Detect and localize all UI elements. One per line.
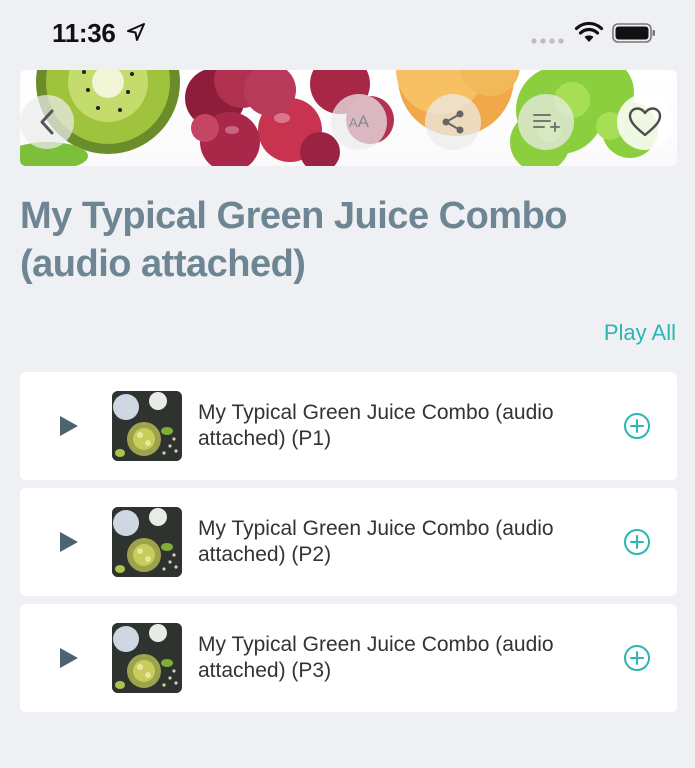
- plus-circle-icon[interactable]: [623, 644, 651, 672]
- track-title: My Typical Green Juice Combo (audio atta…: [198, 633, 554, 682]
- play-icon[interactable]: [58, 414, 80, 438]
- track-row-1[interactable]: My Typical Green Juice Combo (audio atta…: [20, 372, 677, 480]
- share-button[interactable]: [425, 94, 481, 150]
- back-button[interactable]: [20, 95, 74, 149]
- wifi-icon: [574, 21, 604, 42]
- location-arrow-icon: [127, 23, 145, 41]
- chevron-left-icon: [40, 109, 54, 135]
- battery-icon: [612, 23, 655, 43]
- track-thumbnail: [112, 507, 182, 577]
- status-time: 11:36: [52, 18, 116, 48]
- heart-icon: [628, 107, 662, 137]
- green-juice-thumbnail-icon: [112, 507, 182, 577]
- green-juice-thumbnail-icon: [112, 623, 182, 693]
- playlist-add-icon: [533, 114, 560, 132]
- track-row-3[interactable]: My Typical Green Juice Combo (audio atta…: [20, 604, 677, 712]
- add-to-playlist-button[interactable]: [518, 94, 574, 150]
- track-row-2[interactable]: My Typical Green Juice Combo (audio atta…: [20, 488, 677, 596]
- plus-circle-icon[interactable]: [623, 528, 651, 556]
- favorite-button[interactable]: [617, 94, 673, 150]
- play-icon[interactable]: [58, 530, 80, 554]
- status-bar: 11:36: [0, 0, 695, 66]
- font-size-icon: AA: [348, 112, 369, 131]
- track-thumbnail: [112, 623, 182, 693]
- font-size-button[interactable]: AA: [331, 94, 387, 150]
- plus-circle-icon[interactable]: [623, 412, 651, 440]
- play-icon[interactable]: [58, 646, 80, 670]
- track-title: My Typical Green Juice Combo (audio atta…: [198, 401, 554, 450]
- green-juice-thumbnail-icon: [112, 391, 182, 461]
- page-title: My Typical Green Juice Combo (audio atta…: [20, 195, 568, 285]
- track-title: My Typical Green Juice Combo (audio atta…: [198, 517, 554, 566]
- track-thumbnail: [112, 391, 182, 461]
- share-icon: [442, 110, 464, 134]
- play-all-button[interactable]: Play All: [604, 320, 676, 346]
- cellular-signal-icon: [531, 38, 564, 44]
